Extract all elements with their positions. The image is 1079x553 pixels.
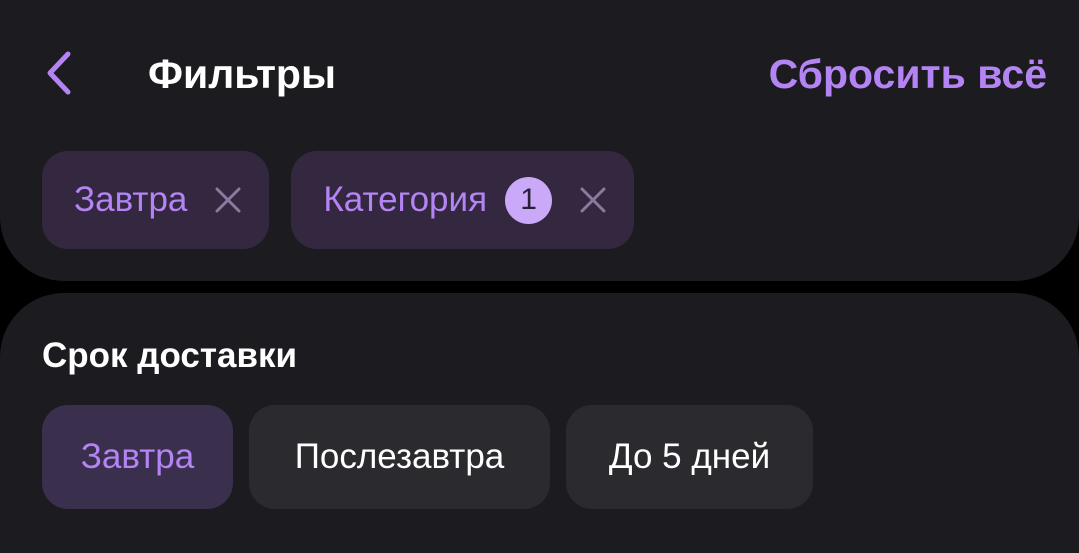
chevron-left-icon [47,51,71,95]
filters-header-card: Фильтры Сбросить всё Завтра Категория 1 [0,0,1079,281]
section-title: Срок доставки [42,336,298,375]
active-filter-chip-category[interactable]: Категория 1 [291,151,635,249]
active-filter-chip-tomorrow[interactable]: Завтра [42,151,270,249]
delivery-option-5-days[interactable]: До 5 дней [566,405,813,509]
close-icon [215,187,241,213]
active-filters: Завтра Категория 1 [42,151,635,249]
page-title: Фильтры [148,51,336,97]
active-filter-label: Завтра [74,180,188,219]
close-icon [580,187,606,213]
delivery-options: Завтра Послезавтра До 5 дней [42,405,813,509]
remove-filter-button[interactable] [211,183,245,217]
reset-all-button[interactable]: Сбросить всё [769,46,1047,102]
delivery-option-tomorrow[interactable]: Завтра [42,405,233,509]
delivery-option-day-after[interactable]: Послезавтра [249,405,550,509]
delivery-section-card: Срок доставки Завтра Послезавтра До 5 дн… [0,293,1079,553]
count-badge: 1 [505,176,553,224]
remove-filter-button[interactable] [576,183,610,217]
active-filter-label: Категория [323,180,488,219]
back-button[interactable] [30,42,86,104]
